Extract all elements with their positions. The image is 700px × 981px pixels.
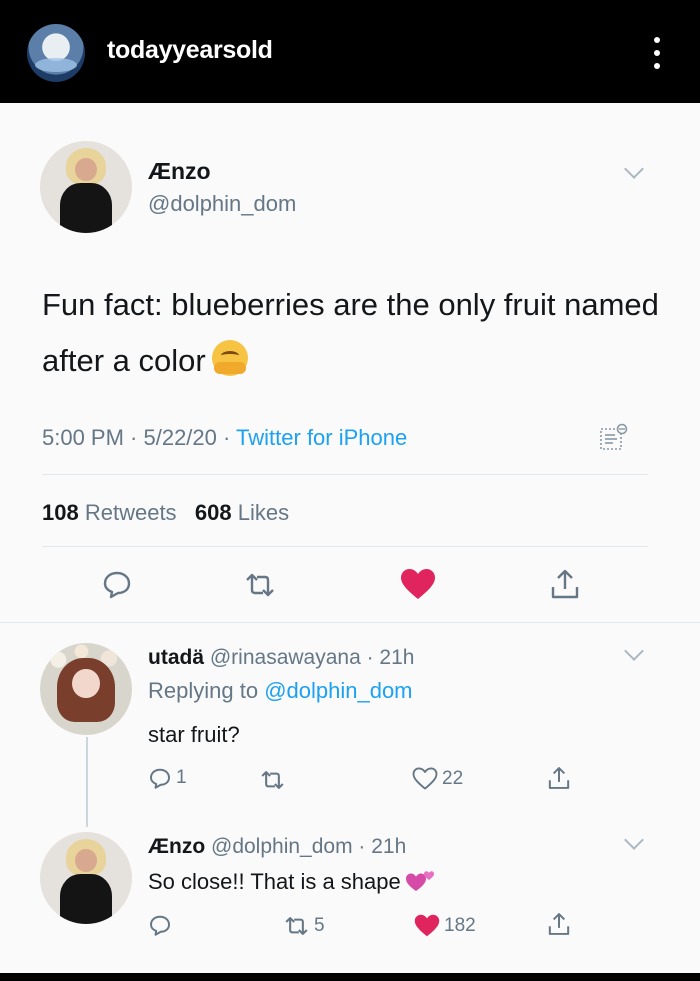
instagram-header: todayyearsold — [0, 0, 700, 103]
reply-2-share-button[interactable] — [546, 911, 572, 937]
retweet-count: 5 — [314, 915, 325, 936]
heart-filled-icon — [401, 569, 435, 599]
share-icon — [548, 913, 570, 935]
reply-text: So close!! That is a shape — [148, 869, 435, 895]
reply-menu-chevron-icon[interactable] — [624, 830, 644, 850]
author-avatar[interactable] — [40, 141, 132, 233]
reply-author[interactable]: utadä @rinasawayana · 21h — [148, 646, 414, 670]
more-options-icon[interactable] — [647, 33, 667, 73]
like-count: 182 — [444, 914, 476, 936]
two-hearts-emoji-icon — [405, 871, 434, 891]
tweet-text-content: Fun fact: blueberries are the only fruit… — [42, 287, 659, 378]
tweet-source-link[interactable]: Twitter for iPhone — [236, 425, 407, 450]
reply-author-name[interactable]: Ænzo — [148, 835, 205, 858]
tweet-time: 5:00 PM · 5/22/20 · — [42, 425, 237, 450]
reply-2-reply-button[interactable] — [148, 913, 172, 937]
reply-author-meta[interactable]: @dolphin_dom · 21h — [211, 835, 406, 858]
bottom-bar — [0, 973, 700, 981]
retweet-icon — [246, 573, 274, 597]
tweet-stats: 108 Retweets 608 Likes — [42, 500, 289, 526]
tweet-menu-chevron-icon[interactable] — [624, 159, 644, 179]
like-button[interactable] — [400, 568, 436, 600]
replying-to: Replying to @dolphin_dom — [148, 678, 413, 704]
like-count: 22 — [442, 767, 464, 789]
retweet-icon — [285, 917, 308, 935]
retweets-count[interactable]: 108 — [42, 500, 79, 525]
profile-avatar[interactable] — [27, 24, 85, 82]
reply-author-name[interactable]: utadä — [148, 646, 204, 669]
divider — [0, 622, 700, 623]
tweet-card: Ænzo @dolphin_dom Fun fact: blueberries … — [0, 103, 700, 973]
share-icon — [551, 569, 579, 599]
reply-2-retweet-button[interactable]: 5 — [283, 914, 325, 938]
reply-text-content: So close!! That is a shape — [148, 869, 401, 894]
likes-count[interactable]: 608 — [195, 500, 232, 525]
author-name[interactable]: Ænzo — [148, 158, 211, 185]
reply-author-avatar[interactable] — [40, 832, 132, 924]
retweet-icon — [261, 771, 284, 789]
reply-button[interactable] — [101, 568, 133, 600]
tweet-timestamp: 5:00 PM · 5/22/20 · Twitter for iPhone — [42, 425, 407, 451]
reply-author-meta[interactable]: @rinasawayana · 21h — [210, 646, 415, 669]
reply-count: 1 — [176, 767, 187, 788]
share-icon — [548, 767, 570, 789]
reply-menu-chevron-icon[interactable] — [624, 641, 644, 661]
reply-1-share-button[interactable] — [546, 765, 572, 791]
reply-author[interactable]: Ænzo @dolphin_dom · 21h — [148, 835, 406, 859]
divider — [42, 474, 648, 475]
heart-outline-icon — [412, 767, 438, 790]
analytics-icon[interactable] — [599, 423, 629, 453]
thread-connector-line — [86, 737, 88, 827]
retweets-label[interactable]: Retweets — [85, 500, 177, 525]
reply-text: star fruit? — [148, 722, 240, 747]
heart-filled-icon — [414, 914, 440, 937]
reply-author-avatar[interactable] — [40, 643, 132, 735]
reply-icon — [103, 571, 131, 599]
reply-1-like-button[interactable]: 22 — [412, 767, 463, 790]
share-button[interactable] — [548, 567, 582, 601]
reply-icon — [150, 768, 170, 789]
hugging-face-emoji-icon — [211, 340, 248, 376]
reply-icon — [150, 915, 170, 936]
replying-handle-link[interactable]: @dolphin_dom — [264, 678, 412, 703]
author-handle[interactable]: @dolphin_dom — [148, 191, 296, 217]
retweet-button[interactable] — [243, 570, 277, 600]
divider — [42, 546, 648, 547]
likes-label[interactable]: Likes — [238, 500, 289, 525]
reply-2-like-button[interactable]: 182 — [414, 914, 476, 937]
reply-1-retweet-button[interactable] — [259, 768, 286, 792]
replying-prefix: Replying to — [148, 678, 265, 703]
tweet-text: Fun fact: blueberries are the only fruit… — [42, 277, 662, 389]
profile-username[interactable]: todayyearsold — [107, 36, 273, 65]
reply-1-reply-button[interactable]: 1 — [148, 766, 187, 790]
